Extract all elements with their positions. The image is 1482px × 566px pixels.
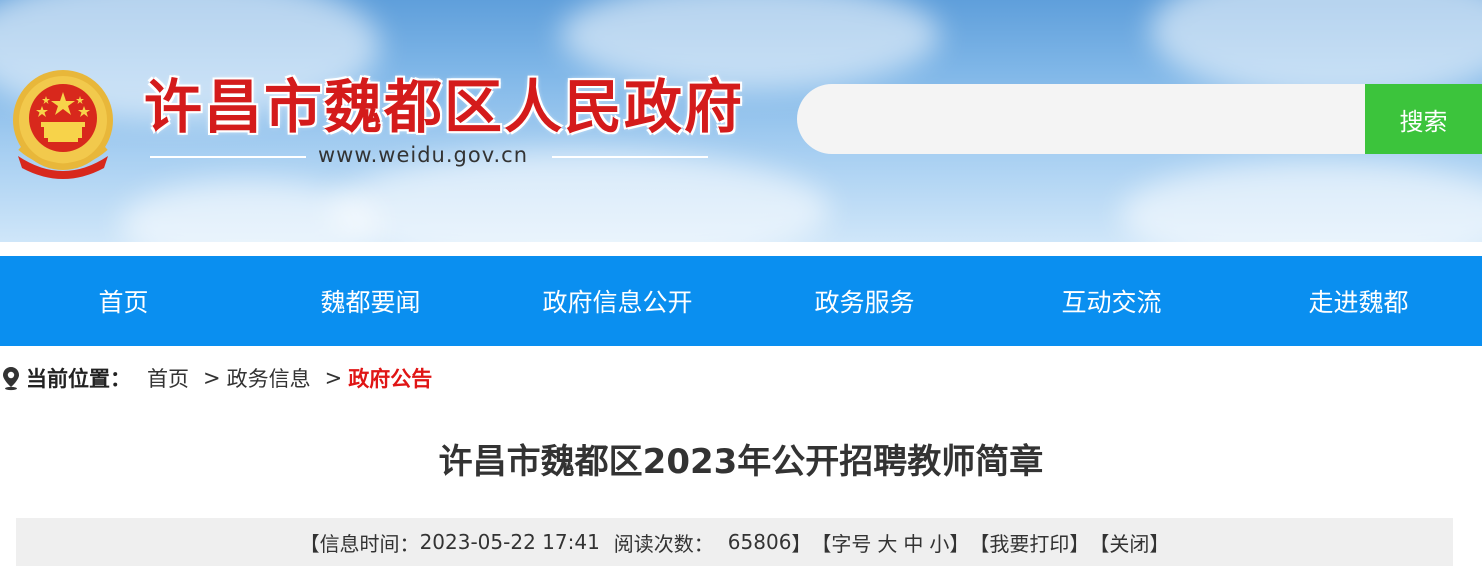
nav-item-gov-info-disclosure[interactable]: 政府信息公开 [494,256,741,346]
meta-time-value: 2023-05-22 17:41 [419,530,600,554]
breadcrumb-label: 当前位置： [26,367,131,391]
breadcrumb-gov-info-link[interactable]: 政务信息 [227,363,311,393]
nav-item-home[interactable]: 首页 [0,256,247,346]
main-nav: 首页 魏都要闻 政府信息公开 政务服务 互动交流 走进魏都 [0,256,1482,346]
cloud-decoration [1120,160,1482,242]
meta-views-value: 65806 [727,530,792,554]
meta-time-label: 信息时间： [319,531,420,556]
font-size-label: 【字号 [811,531,872,556]
font-medium-button[interactable]: 中 [903,528,923,557]
close-button[interactable]: 【关闭】 [1089,528,1169,557]
font-small-button[interactable]: 小】 [929,528,969,557]
nav-item-interaction[interactable]: 互动交流 [988,256,1235,346]
breadcrumb-home-link[interactable]: 首页 [147,363,189,393]
article-title: 许昌市魏都区2023年公开招聘教师简章 [438,442,1044,482]
breadcrumb-current[interactable]: 政府公告 [348,363,432,393]
search-input[interactable] [797,84,1367,154]
breadcrumb-separator: > [324,366,343,390]
nav-item-weidu-news[interactable]: 魏都要闻 [247,256,494,346]
font-large-button[interactable]: 大 [877,528,897,557]
meta-views-label: 阅读次数： [613,531,714,556]
search-button[interactable]: 搜索 [1365,84,1482,154]
article-meta-bar: 【 信息时间： 2023-05-22 17:41 阅读次数： 65806 】 【… [16,518,1453,566]
header-banner: 许昌市魏都区人民政府 www.weidu.gov.cn 搜索 [0,0,1482,242]
divider-line [552,156,708,158]
location-pin-icon [3,367,19,391]
breadcrumb: 当前位置： 首页 > 政务信息 > 政府公告 [0,362,432,394]
divider-line [150,156,306,158]
print-button[interactable]: 【我要打印】 [969,528,1089,557]
national-emblem-icon [13,70,113,179]
breadcrumb-separator: > [203,366,221,390]
meta-open-bracket: 【 [299,531,320,556]
cloud-decoration [120,180,380,242]
meta-close-bracket: 】 [791,531,812,556]
nav-item-about-weidu[interactable]: 走进魏都 [1235,256,1482,346]
site-url-block: www.weidu.gov.cn [150,142,708,172]
site-url: www.weidu.gov.cn [318,143,529,167]
site-title: 许昌市魏都区人民政府 [144,73,745,141]
nav-item-gov-services[interactable]: 政务服务 [741,256,988,346]
